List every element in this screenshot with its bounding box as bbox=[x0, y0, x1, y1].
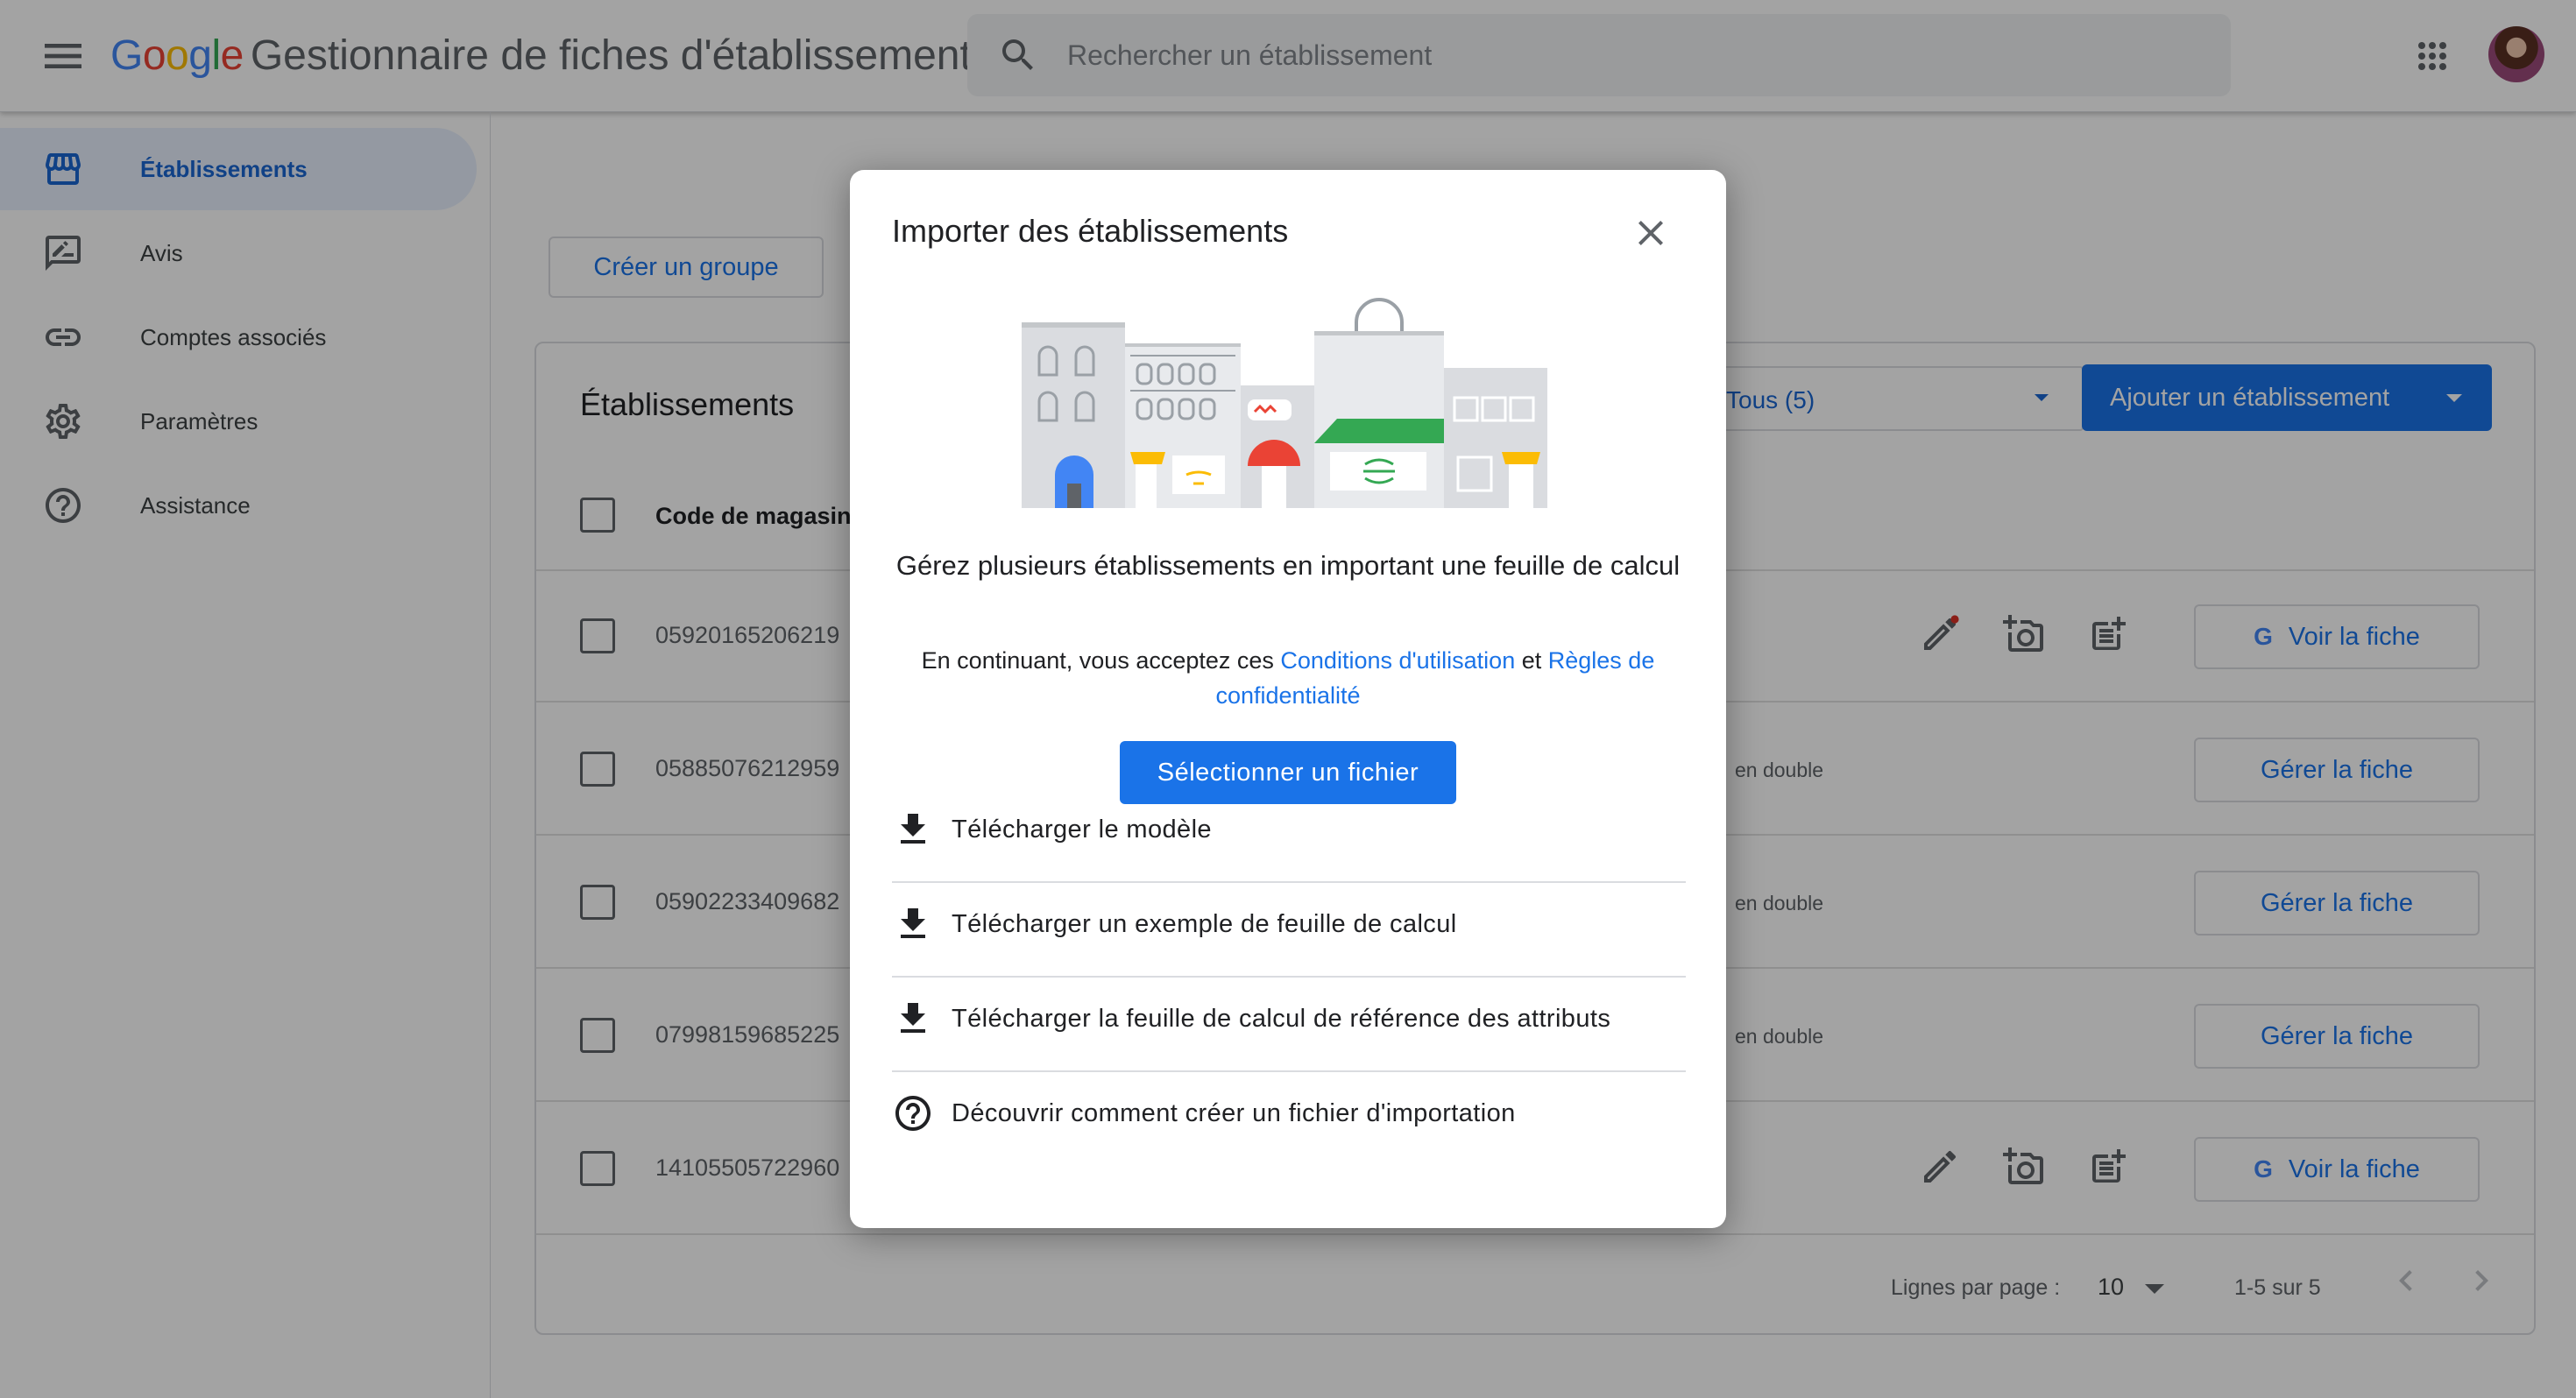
download-icon bbox=[901, 908, 925, 938]
terms-and: et bbox=[1515, 647, 1548, 674]
terms-text: En continuant, vous acceptez ces Conditi… bbox=[892, 643, 1684, 713]
import-dialog: Importer des établissements Gérez plusie… bbox=[850, 170, 1726, 1228]
download-template-label: Télécharger le modèle bbox=[952, 816, 1212, 844]
help-circle-icon bbox=[895, 1096, 931, 1131]
download-template-item[interactable]: Télécharger le modèle bbox=[892, 781, 1686, 878]
download-icon bbox=[901, 814, 925, 844]
terms-prefix: En continuant, vous acceptez ces bbox=[921, 647, 1281, 674]
storefronts-illustration bbox=[1022, 298, 1547, 508]
download-example-label: Télécharger un exemple de feuille de cal… bbox=[952, 910, 1457, 938]
terms-of-service-link[interactable]: Conditions d'utilisation bbox=[1280, 647, 1515, 674]
download-example-item[interactable]: Télécharger un exemple de feuille de cal… bbox=[892, 876, 1686, 972]
download-icon bbox=[901, 1003, 925, 1033]
download-attributes-item[interactable]: Télécharger la feuille de calcul de réfé… bbox=[892, 971, 1686, 1067]
download-attributes-label: Télécharger la feuille de calcul de réfé… bbox=[952, 1005, 1611, 1033]
learn-import-label: Découvrir comment créer un fichier d'imp… bbox=[952, 1099, 1516, 1127]
learn-import-item[interactable]: Découvrir comment créer un fichier d'imp… bbox=[892, 1065, 1686, 1161]
dialog-heading: Gérez plusieurs établissements en import… bbox=[895, 550, 1681, 581]
close-icon[interactable] bbox=[1630, 212, 1672, 254]
dialog-title: Importer des établissements bbox=[892, 213, 1289, 249]
